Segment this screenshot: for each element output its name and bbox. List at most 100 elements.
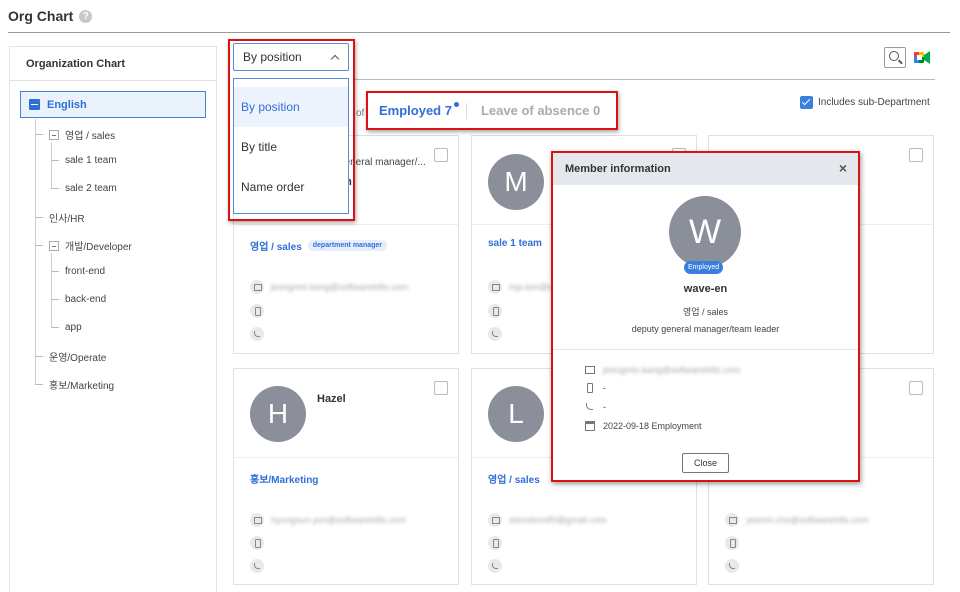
card-checkbox[interactable]: [434, 381, 448, 395]
tree-item-developer[interactable]: 개발/Developer: [35, 238, 132, 253]
tree-item-back-end[interactable]: back-end: [51, 294, 106, 305]
card-email: stsvoleonlf0@gmail.com: [509, 515, 607, 525]
tree-connector: [35, 245, 43, 246]
avatar: M: [488, 154, 544, 210]
tree-connector: [51, 188, 59, 189]
card-partial-text: of: [356, 108, 365, 119]
avatar: H: [250, 386, 306, 442]
tree-guide-line: [51, 253, 52, 328]
close-icon[interactable]: ×: [836, 161, 850, 175]
mail-icon: [725, 513, 739, 527]
tree-item-marketing[interactable]: 홍보/Marketing: [35, 377, 114, 392]
card-email: jeongmin.kang@softwaretrills.com: [271, 282, 409, 292]
sort-dropdown-menu: By position By title Name order: [233, 78, 349, 214]
card-checkbox[interactable]: [909, 381, 923, 395]
tree-item-label: 개발/Developer: [65, 242, 132, 253]
mobile-icon: [488, 304, 502, 318]
tree-item-app[interactable]: app: [51, 322, 82, 333]
employment-tabs: Employed 7 Leave of absence 0: [366, 91, 618, 130]
toolbar-divider: [355, 79, 935, 80]
tree-item-sale-1-team[interactable]: sale 1 team: [51, 155, 117, 166]
avatar: W: [669, 196, 741, 268]
card-mobile-row: [250, 304, 264, 318]
card-phone-row: [250, 327, 264, 341]
mail-icon: [250, 513, 264, 527]
tree-item-label: sale 1 team: [65, 155, 117, 166]
card-mobile-row: [488, 536, 502, 550]
modal-header: Member information ×: [553, 153, 858, 185]
includes-sub-department[interactable]: Includes sub-Department: [800, 96, 930, 109]
tree-item-label: sale 2 team: [65, 183, 117, 194]
modal-divider: [553, 349, 858, 350]
collapse-icon[interactable]: [49, 129, 59, 140]
card-mobile-row: [488, 304, 502, 318]
tree-item-label: 인사/HR: [49, 214, 85, 225]
card-phone-row: [488, 327, 502, 341]
tree-item-hr[interactable]: 인사/HR: [35, 210, 85, 225]
status-badge: Employed: [684, 261, 724, 274]
mobile-icon: [250, 304, 264, 318]
tree-connector: [35, 356, 43, 357]
tab-separator: [465, 102, 467, 119]
card-dept[interactable]: 홍보/Marketing: [250, 471, 318, 486]
tree-item-operate[interactable]: 운영/Operate: [35, 349, 106, 364]
tree-connector: [35, 217, 43, 218]
modal-employment-row: 2022-09-18 Employment: [585, 421, 702, 431]
collapse-icon[interactable]: [49, 240, 59, 251]
card-dept-label: 영업 / sales: [488, 475, 540, 486]
sort-dropdown[interactable]: By position: [233, 43, 349, 71]
google-meet-icon[interactable]: [914, 51, 930, 64]
page-title: Org Chart ?: [8, 8, 93, 24]
sort-selected-value: By position: [243, 50, 302, 64]
tree-item-sale-2-team[interactable]: sale 2 team: [51, 183, 117, 194]
tree-item-label: 영업 / sales: [65, 131, 116, 142]
sort-option-title[interactable]: By title: [234, 127, 348, 167]
mail-icon: [250, 280, 264, 294]
avatar: L: [488, 386, 544, 442]
sort-option-name[interactable]: Name order: [234, 167, 348, 207]
member-title: deputy general manager/team leader: [631, 324, 780, 334]
tree-root-english[interactable]: English: [20, 91, 206, 118]
sub-department-checkbox[interactable]: [800, 96, 813, 109]
card-mobile-row: [725, 536, 739, 550]
member-mobile: -: [603, 383, 606, 393]
collapse-icon[interactable]: [29, 99, 40, 110]
card-dept[interactable]: 영업 / sales: [488, 471, 540, 486]
calendar-icon: [585, 421, 595, 431]
phone-icon: [488, 559, 502, 573]
card-email: yeonm.cho@softwaretrills.com: [746, 515, 869, 525]
mobile-icon: [587, 383, 593, 393]
sort-option-position[interactable]: By position: [234, 87, 348, 127]
tree-root-label: English: [47, 98, 87, 111]
card-dept-label: 홍보/Marketing: [250, 475, 319, 486]
tree-item-sales[interactable]: 영업 / sales: [35, 127, 115, 142]
member-card[interactable]: H Hazel 홍보/Marketing hyungsun.yun@softwa…: [233, 368, 459, 585]
phone-icon: [250, 327, 264, 341]
member-email: jeongmin.kang@softwaretrills.com: [603, 365, 741, 375]
card-dept[interactable]: sale 1 team: [488, 238, 542, 249]
card-dept-label: 영업 / sales: [250, 242, 302, 253]
tree-item-label: 홍보/Marketing: [49, 381, 115, 392]
tree-item-front-end[interactable]: front-end: [51, 266, 105, 277]
card-dept[interactable]: 영업 / sales department manager: [250, 238, 388, 253]
close-button[interactable]: Close: [682, 453, 729, 473]
help-icon[interactable]: ?: [79, 9, 93, 23]
phone-icon: [250, 559, 264, 573]
card-divider: [234, 457, 458, 458]
member-info-modal: Member information × W Employed wave-en …: [551, 151, 860, 482]
card-title: general manager/...: [339, 157, 426, 168]
tree-connector: [51, 327, 59, 328]
new-indicator-dot: [453, 102, 459, 107]
tree-connector: [35, 134, 43, 135]
card-phone-row: [250, 559, 264, 573]
tab-employed[interactable]: Employed 7: [379, 102, 459, 118]
tab-leave-of-absence[interactable]: Leave of absence 0: [481, 103, 600, 118]
card-phone-row: [488, 559, 502, 573]
search-button[interactable]: [884, 47, 906, 68]
card-dept-label: sale 1 team: [488, 238, 542, 249]
card-email-row: jeongmin.kang@softwaretrills.com: [250, 280, 408, 294]
card-name: Hazel: [317, 393, 346, 405]
card-checkbox[interactable]: [434, 148, 448, 162]
modal-email-row: jeongmin.kang@softwaretrills.com: [585, 365, 740, 375]
card-checkbox[interactable]: [909, 148, 923, 162]
